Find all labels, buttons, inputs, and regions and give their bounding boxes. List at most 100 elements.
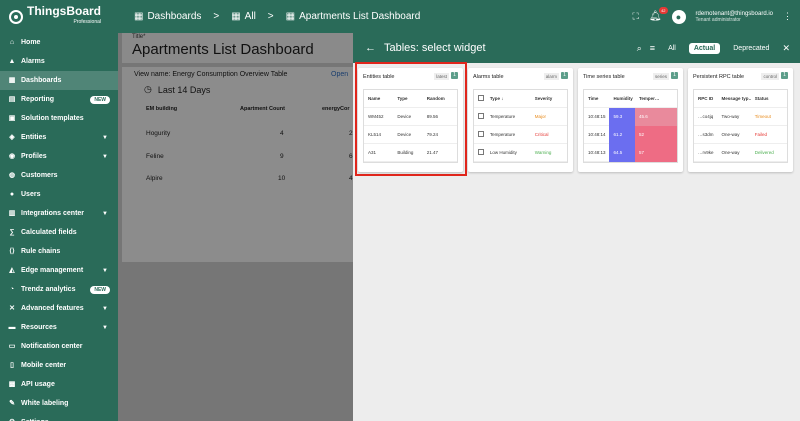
sidebar-item-rule-chains[interactable]: ⟨⟩ Rule chains [0,242,118,261]
avatar[interactable]: ● [671,9,686,24]
user-info[interactable]: rdemotenant@thingsboard.io Tenant admini… [696,11,773,23]
preview-cell: 61.2 [609,125,635,144]
sidebar-item-trendz-analytics[interactable]: ◔ Trendz analytics NEW [0,280,118,299]
sidebar-item-entities[interactable]: ◈ Entities ▼ [0,128,118,147]
sidebar-item-dashboards[interactable]: ▦ Dashboards [0,71,118,90]
sidebar-item-label: Profiles [21,153,47,160]
sidebar-item-label: Notification center [21,343,83,350]
chevron-down-icon[interactable]: ▼ [102,154,108,160]
dashboard-title[interactable]: Apartments List Dashboard [132,41,314,58]
preview-cell: Failed [754,132,768,137]
sidebar-item-white-labeling[interactable]: ✎ White labeling [0,394,118,413]
dashboard-canvas: Title* Apartments List Dashboard View na… [118,33,357,421]
preview-header-row: RPC ID Message typ… Status [694,90,787,108]
breadcrumb-all[interactable]: All [245,11,256,22]
sidebar-item-label: Dashboards [21,77,62,84]
filter-actual[interactable]: Actual [688,42,721,54]
new-badge: NEW [90,285,110,294]
sidebar-item-mobile-center[interactable]: ▯ Mobile center [0,356,118,375]
preview-header-cell: Type ↓ [489,96,504,101]
sidebar-item-notification-center[interactable]: ▭ Notification center [0,337,118,356]
more-vert-icon[interactable]: ⋮ [783,11,792,22]
column-header[interactable]: EM building [146,106,177,112]
alarm-icon: ▲ [8,57,16,65]
open-link[interactable]: Open [331,71,348,78]
sidebar: ThingsBoard Professional ⌂ Home ▲ Alarms ▦ Da… [0,0,118,421]
sidebar-item-resources[interactable]: ▬ Resources ▼ [0,318,118,337]
preview-cell: …rv9ke [698,150,714,155]
filter-deprecated[interactable]: Deprecated [728,43,774,54]
preview-cell: One-way [721,150,740,155]
dashboard-icon: ▦ [8,76,16,84]
preview-cell: Low Humidity [489,150,517,155]
sidebar-item-label: Users [21,191,41,198]
widget-type-tag: alarm [543,73,559,80]
sidebar-item-label: API usage [21,381,55,388]
checkbox-icon [478,113,484,119]
sidebar-item-label: Home [21,39,41,46]
sidebar-item-alarms[interactable]: ▲ Alarms [0,52,118,71]
column-header[interactable]: Apartment Count [240,106,285,112]
preview-header-cell: Humidity [613,96,633,101]
preview-cell: 59.3 [609,107,635,126]
filter-icon[interactable]: ≡ [650,43,655,53]
rule-chain-icon: ⟨⟩ [9,247,15,255]
chevron-down-icon[interactable]: ▼ [102,306,108,312]
fullscreen-icon[interactable]: ⛶ [633,11,639,22]
sidebar-item-users[interactable]: ● Users [0,185,118,204]
notifications-bell-icon[interactable]: 🔔︎ 42 [649,7,668,22]
chevron-down-icon[interactable]: ▼ [102,135,108,141]
panel-header: ← Tables: select widget ⌕ ≡ All Actual D… [353,33,800,63]
preview-cell: 57 [634,143,677,162]
table-cell: 9 [280,153,284,160]
preview-cell: 52 [634,125,677,144]
widget-card[interactable]: Time series table series 1 Time Humidity Temp… [578,68,683,172]
chevron-down-icon[interactable]: ▼ [102,268,108,274]
preview-cell: Critical [534,132,549,137]
widget-count-badge: 1 [781,72,788,79]
sidebar-item-label: Advanced features [21,305,84,312]
preview-row: Temperature Major [474,108,567,126]
sidebar-item-calculated-fields[interactable]: ∑ Calculated fields [0,223,118,242]
widget-card[interactable]: Alarms table alarm 1 Type ↓ Severity Temperat… [468,68,573,172]
timewindow[interactable]: ◷ Last 14 Days [144,84,210,95]
chevron-down-icon[interactable]: ▼ [102,211,108,217]
sidebar-item-label: Rule chains [21,248,61,255]
sidebar-item-label: Alarms [21,58,45,65]
column-header[interactable]: energyCor [322,106,350,112]
sidebar-item-label: Edge management [21,267,84,274]
sidebar-item-home[interactable]: ⌂ Home [0,33,118,52]
back-arrow-icon[interactable]: ← [365,42,376,54]
advanced-icon: ✕ [9,304,15,312]
preview-header-row: Type ↓ Severity [474,90,567,108]
preview-row: 10:48:14 61.2 52 [584,125,677,144]
widget-preview-table: Time Humidity Temper… 10:48:15 59.3 45.6 10:48… [583,89,678,163]
sidebar-item-settings[interactable]: ⚙Settings [0,413,118,421]
widget-title: Alarms table [473,74,504,80]
preview-header-cell: Time [588,96,599,101]
white-label-icon: ✎ [9,399,15,407]
sidebar-nav: ⌂ Home ▲ Alarms ▦ Dashboards ▤ Reporting NEW ▣ Sol… [0,33,118,421]
sidebar-item-label: Trendz analytics [21,286,76,293]
sidebar-item-advanced-features[interactable]: ✕ Advanced features ▼ [0,299,118,318]
search-icon[interactable]: ⌕ [637,43,642,54]
brand-logo[interactable]: ThingsBoard Professional [0,0,118,33]
sidebar-item-integrations-center[interactable]: ▥ Integrations center ▼ [0,204,118,223]
close-icon[interactable]: ✕ [782,43,790,54]
sidebar-item-reporting[interactable]: ▤ Reporting NEW [0,90,118,109]
chevron-down-icon[interactable]: ▼ [102,325,108,331]
widget-card[interactable]: Persistent RPC table control 1 RPC ID Messag… [688,68,793,172]
breadcrumb-dashboards[interactable]: Dashboards [147,11,201,22]
sidebar-item-customers[interactable]: ◍ Customers [0,166,118,185]
filter-all[interactable]: All [663,43,681,54]
sidebar-item-api-usage[interactable]: ▩ API usage [0,375,118,394]
widget-count-badge: 1 [561,72,568,79]
table-cell: Feline [146,153,164,160]
sidebar-item-solution-templates[interactable]: ▣ Solution templates [0,109,118,128]
title-field[interactable]: Title* Apartments List Dashboard [122,33,353,63]
preview-header-cell: Message typ… [721,96,751,101]
table-cell: Alpire [146,175,163,182]
sidebar-item-profiles[interactable]: ◉ Profiles ▼ [0,147,118,166]
sidebar-item-edge-management[interactable]: ◭ Edge management ▼ [0,261,118,280]
checkbox-icon [478,95,484,101]
